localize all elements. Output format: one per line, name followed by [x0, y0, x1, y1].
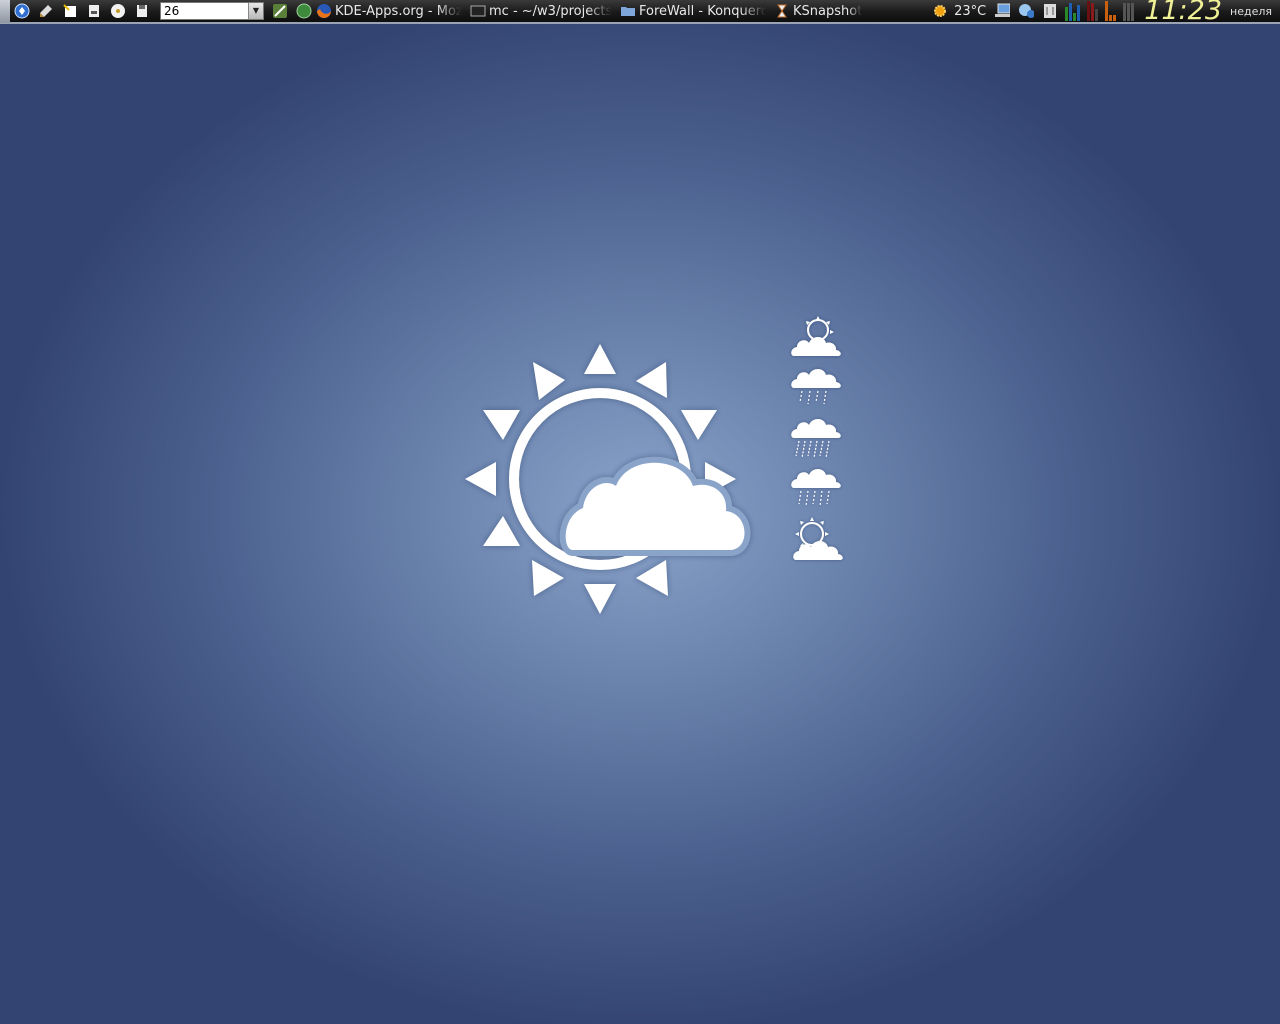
messenger-icon[interactable] — [1018, 3, 1035, 19]
folder-icon — [621, 7, 635, 16]
weekday-label: неделя — [1230, 4, 1272, 18]
paint-icon[interactable] — [272, 3, 288, 19]
network-icon[interactable] — [994, 3, 1011, 19]
edit-tool-icon[interactable] — [38, 3, 54, 19]
floppy-icon[interactable] — [134, 3, 150, 19]
cpu-meter — [1065, 1, 1081, 21]
disk-meter — [1123, 1, 1135, 21]
notes-icon[interactable] — [62, 3, 78, 19]
pager-select[interactable]: 26 ▼ — [160, 2, 264, 20]
showers-icon — [791, 469, 841, 507]
terminal-icon — [470, 5, 486, 17]
keyboard-layout-icon[interactable] — [1042, 3, 1058, 19]
task-ksnapshot[interactable]: KSnapshot — [774, 1, 864, 21]
forecast-column — [791, 316, 843, 560]
light-rain-icon — [791, 369, 841, 405]
task-label: ForeWall - Konquero — [639, 3, 766, 19]
task-firefox[interactable]: KDE-Apps.org - Moz — [316, 1, 462, 21]
kde-menu-icon[interactable] — [14, 3, 30, 19]
task-konqueror[interactable]: ForeWall - Konquero — [620, 1, 766, 21]
system-tray: 23°C 11:23 неделя — [928, 0, 1280, 24]
partly-cloudy-icon — [465, 344, 751, 614]
task-label: KSnapshot — [793, 3, 863, 19]
pager-select-value: 26 — [164, 4, 180, 18]
panel-hide-button[interactable] — [0, 0, 10, 23]
task-terminal[interactable]: mc - ~/w3/projects — [470, 1, 612, 21]
clock[interactable]: 11:23 — [1144, 0, 1222, 24]
partly-cloudy-icon — [791, 316, 841, 356]
chevron-down-icon[interactable]: ▼ — [248, 3, 263, 19]
temperature-readout: 23°C — [954, 3, 987, 19]
cd-drive-icon[interactable] — [110, 3, 126, 19]
desktop: 26 ▼ KDE-Apps.org - Moz mc - ~/w3/projec… — [0, 0, 1280, 1024]
task-label: mc - ~/w3/projects — [489, 3, 612, 19]
sun-weather-icon[interactable] — [932, 3, 948, 19]
sunny-intervals-icon — [793, 517, 843, 560]
green-orb-icon[interactable] — [296, 3, 312, 19]
document-icon[interactable] — [86, 3, 102, 19]
taskbar: 26 ▼ KDE-Apps.org - Moz mc - ~/w3/projec… — [0, 0, 1280, 24]
ksnapshot-icon — [777, 4, 787, 18]
task-label: KDE-Apps.org - Moz — [335, 3, 462, 19]
rain-icon — [791, 419, 841, 459]
swap-meter — [1105, 1, 1117, 21]
firefox-icon — [317, 4, 331, 18]
memory-meter — [1087, 1, 1099, 21]
